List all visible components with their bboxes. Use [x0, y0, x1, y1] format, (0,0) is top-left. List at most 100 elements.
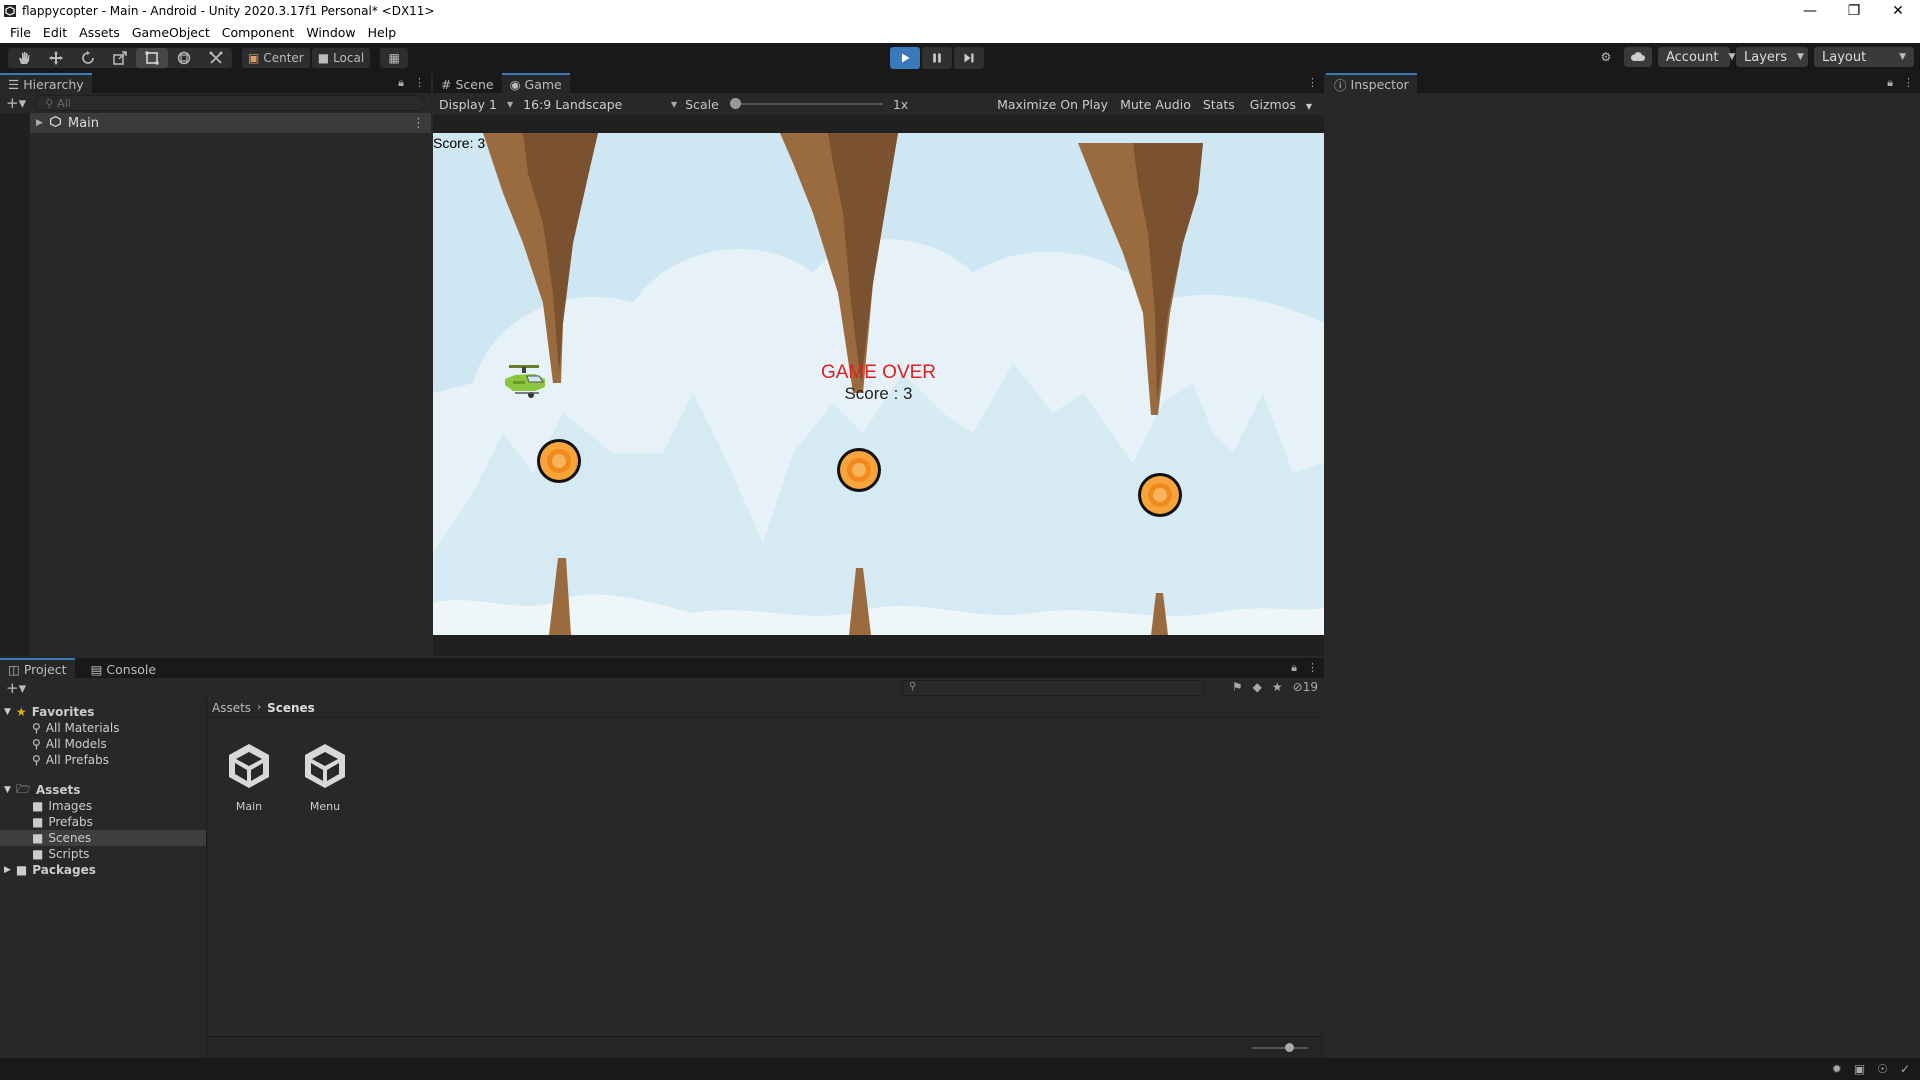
scale-slider[interactable] — [729, 98, 883, 109]
play-button[interactable] — [890, 47, 920, 69]
rotate-tool-icon[interactable] — [72, 48, 104, 68]
maximize-on-play-toggle[interactable]: Maximize On Play — [994, 97, 1111, 112]
tab-game[interactable]: ◉ Game — [501, 73, 570, 93]
hierarchy-item-main[interactable]: ▶ Main ⋮ — [0, 113, 431, 133]
scale-slider-knob[interactable] — [729, 98, 741, 109]
tree-item-images[interactable]: ■ Images — [0, 798, 206, 814]
pivot-local-button[interactable]: ■ Local — [311, 48, 371, 68]
menu-component[interactable]: Component — [216, 25, 301, 40]
icon-size-slider[interactable] — [1252, 1043, 1308, 1052]
tree-favorites[interactable]: ▼ ★ Favorites — [0, 704, 206, 720]
expand-arrow-icon[interactable]: ▶ — [4, 865, 11, 875]
menu-file[interactable]: File — [4, 25, 37, 40]
project-tab-label: Project — [23, 661, 67, 677]
tab-project[interactable]: ◫ Project — [0, 658, 75, 678]
main-toolbar: ▣ Center ■ Local ▦ ⚙ Account ▼ Layers ▼ Layo… — [0, 43, 1920, 73]
more-options-icon[interactable]: ⋮ — [1307, 76, 1318, 89]
more-options-icon[interactable]: ⋮ — [412, 116, 425, 131]
search-icon: ⚲ — [32, 737, 41, 751]
expand-arrow-icon[interactable]: ▼ — [4, 785, 11, 795]
menu-edit[interactable]: Edit — [37, 25, 73, 40]
tab-hierarchy[interactable]: ☰ Hierarchy — [0, 73, 92, 93]
account-dropdown[interactable]: Account ▼ — [1658, 47, 1735, 67]
tree-assets[interactable]: ▼ 🗁︎ Assets — [0, 782, 206, 798]
scale-label: Scale — [685, 96, 719, 112]
hand-tool-icon[interactable] — [8, 48, 40, 68]
scale-tool-icon[interactable] — [104, 48, 136, 68]
cache-icon[interactable]: ▣ — [1854, 1062, 1865, 1076]
network-icon[interactable]: ☉ — [1877, 1062, 1888, 1076]
star-icon: ★ — [15, 705, 27, 719]
tree-item-prefabs[interactable]: ■ Prefabs — [0, 814, 206, 830]
filter-type-icon[interactable]: ⚑ — [1232, 680, 1243, 694]
display-dropdown[interactable]: Display 1 ▼ — [437, 96, 516, 112]
icon-size-slider-knob[interactable] — [1285, 1043, 1294, 1052]
search-icon: ⚲ — [45, 96, 54, 110]
unity-app-icon — [4, 5, 16, 17]
pause-button[interactable] — [922, 47, 952, 69]
check-icon[interactable]: ✓ — [1900, 1062, 1910, 1076]
tree-item-scenes[interactable]: ■ Scenes — [0, 830, 206, 846]
menu-window[interactable]: Window — [300, 25, 361, 40]
tree-item-all-materials[interactable]: ⚲ All Materials — [0, 720, 206, 736]
lock-icon[interactable]: 🔒︎ — [1291, 661, 1297, 675]
hierarchy-search-input[interactable]: ⚲ All — [34, 95, 425, 111]
breadcrumb-assets[interactable]: Assets — [212, 701, 251, 715]
project-search-input[interactable]: ⚲ — [902, 680, 1204, 696]
layout-dropdown[interactable]: Layout ▼ — [1814, 47, 1914, 67]
favorite-star-icon[interactable]: ★ — [1272, 680, 1283, 694]
asset-scene-menu[interactable]: Menu — [290, 740, 360, 813]
more-options-icon[interactable]: ⋮ — [1307, 661, 1318, 675]
aspect-dropdown[interactable]: 16:9 Landscape ▼ — [521, 96, 680, 112]
tree-item-all-prefabs[interactable]: ⚲ All Prefabs — [0, 752, 206, 768]
minimize-button[interactable]: — — [1788, 0, 1832, 22]
tree-item-scripts[interactable]: ■ Scripts — [0, 846, 206, 862]
services-icon[interactable]: ⚙ — [1594, 47, 1618, 67]
label-icon[interactable]: ◆ — [1253, 680, 1262, 694]
lock-icon[interactable]: 🔒︎ — [1887, 76, 1893, 90]
tab-console[interactable]: ▤ Console — [82, 658, 165, 678]
rect-tool-icon[interactable] — [136, 48, 168, 68]
menu-gameobject[interactable]: GameObject — [126, 25, 216, 40]
hidden-packages-toggle[interactable]: ⊘19 — [1293, 680, 1318, 694]
tree-item-label: All Models — [45, 737, 107, 751]
stats-toggle[interactable]: Stats — [1200, 97, 1238, 112]
restore-button[interactable]: ❐ — [1832, 0, 1876, 22]
expand-arrow-icon[interactable]: ▼ — [4, 707, 11, 717]
more-options-icon[interactable]: ⋮ — [1903, 76, 1914, 90]
more-options-icon[interactable]: ⋮ — [414, 76, 425, 90]
mute-audio-toggle[interactable]: Mute Audio — [1117, 97, 1194, 112]
bug-icon[interactable]: ✹ — [1832, 1062, 1842, 1076]
tab-scene[interactable]: # Scene — [433, 73, 502, 93]
project-footer — [208, 1036, 1324, 1058]
expand-arrow-icon[interactable]: ▶ — [36, 118, 43, 128]
add-icon[interactable]: +▾ — [6, 679, 26, 697]
tab-inspector[interactable]: ⓘ Inspector — [1326, 73, 1417, 93]
cloud-icon[interactable] — [1624, 47, 1652, 67]
lock-icon[interactable]: 🔒︎ — [398, 76, 404, 90]
tree-packages[interactable]: ▶ ■ Packages — [0, 862, 206, 878]
add-icon[interactable]: +▾ — [6, 94, 26, 112]
unity-scene-icon — [305, 744, 345, 788]
pivot-center-button[interactable]: ▣ Center — [242, 48, 310, 68]
search-icon: ⚲ — [32, 753, 41, 767]
chevron-down-icon: ▼ — [1305, 101, 1312, 111]
grid-snap-icon[interactable]: ▦ — [380, 48, 409, 68]
layers-dropdown[interactable]: Layers ▼ — [1736, 47, 1808, 67]
menu-help[interactable]: Help — [362, 25, 403, 40]
asset-scene-main[interactable]: Main — [214, 740, 284, 813]
breadcrumb-scenes[interactable]: Scenes — [267, 701, 315, 715]
menu-bar: File Edit Assets GameObject Component Wi… — [0, 22, 1920, 43]
close-window-button[interactable]: ✕ — [1876, 0, 1920, 22]
gizmos-dropdown[interactable]: Gizmos ▼ — [1244, 97, 1318, 112]
menu-assets[interactable]: Assets — [73, 25, 126, 40]
step-button[interactable] — [954, 47, 984, 69]
tree-item-all-models[interactable]: ⚲ All Models — [0, 736, 206, 752]
window-title: flappycopter - Main - Android - Unity 20… — [22, 4, 435, 18]
tree-item-label: All Prefabs — [45, 753, 110, 767]
custom-tool-icon[interactable] — [200, 48, 232, 68]
transform-tool-icon[interactable] — [168, 48, 200, 68]
eye-slash-icon: ⊘ — [1292, 680, 1303, 694]
move-tool-icon[interactable] — [40, 48, 72, 68]
game-view[interactable]: Score: 3 GAME OVER Score : 3 — [433, 133, 1324, 635]
